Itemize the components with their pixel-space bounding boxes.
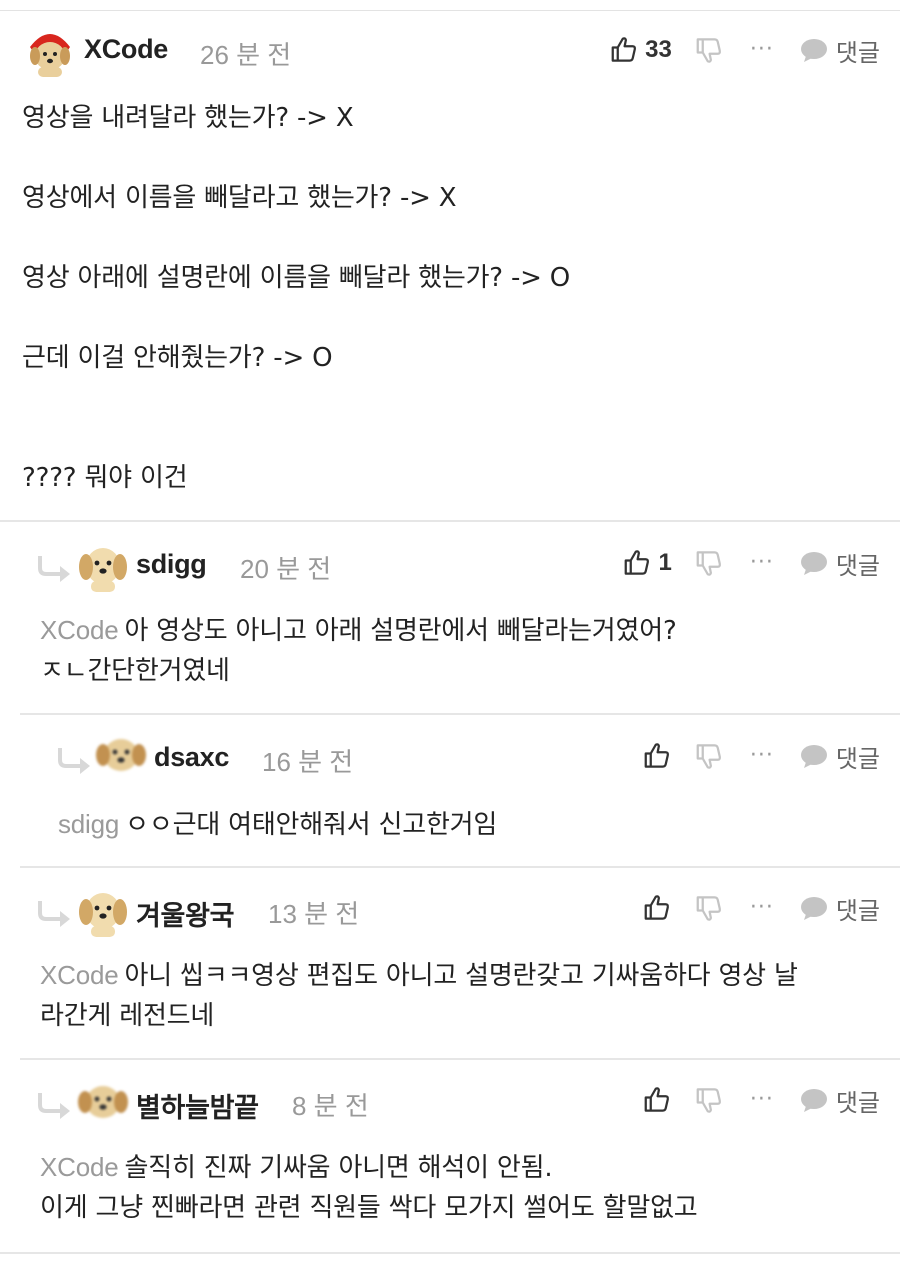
- comment-text: 영상을 내려달라 했는가? -> X 영상에서 이름을 빼달라고 했는가? ->…: [22, 98, 882, 498]
- timestamp: 8 분 전: [292, 1091, 369, 1121]
- speech-bubble-icon: [800, 1087, 828, 1113]
- like-button[interactable]: [642, 893, 672, 923]
- more-options-icon[interactable]: ···: [750, 897, 774, 919]
- more-options-icon[interactable]: ···: [750, 552, 774, 574]
- more-options-icon[interactable]: ···: [750, 745, 774, 767]
- speech-bubble-icon: [800, 743, 828, 769]
- speech-bubble-icon: [800, 37, 828, 63]
- reply-arrow-icon: [58, 744, 92, 774]
- dislike-button[interactable]: [694, 548, 724, 578]
- like-button[interactable]: 33: [609, 35, 672, 65]
- comment-item: XCode 26 분 전 33 ··· 댓글 영상을 내려달라 했는가? -> …: [0, 20, 900, 520]
- dislike-button[interactable]: [694, 35, 724, 65]
- reply-button[interactable]: 댓글: [800, 739, 880, 774]
- like-button[interactable]: [642, 741, 672, 771]
- comment-text: XCode 아니 씹ㅋㅋ영상 편집도 아니고 설명란갖고 기싸움하다 영상 날 라…: [40, 955, 890, 1036]
- reply-label: 댓글: [835, 551, 880, 580]
- comment-body: 아니 씹ㅋㅋ영상 편집도 아니고 설명란갖고 기싸움하다 영상 날 라간게 레전…: [40, 961, 798, 1031]
- comment-actions: ··· 댓글: [642, 1080, 880, 1120]
- reply-label: 댓글: [835, 38, 880, 67]
- comment-divider: [20, 1058, 900, 1060]
- reply-button[interactable]: 댓글: [800, 891, 880, 926]
- nickname[interactable]: 별하늘밤끝: [136, 1086, 259, 1125]
- comment-body: 아 영상도 아니고 아래 설명란에서 빼달라는거였어? ㅈㄴ간단한거였네: [40, 616, 677, 686]
- like-count: 33: [645, 36, 672, 63]
- comment-header: 별하늘밤끝 8 분 전 ··· 댓글: [20, 1069, 900, 1130]
- avatar[interactable]: [22, 23, 78, 79]
- comment-divider: [20, 713, 900, 715]
- nickname[interactable]: XCode: [84, 34, 168, 65]
- timestamp: 16 분 전: [262, 747, 354, 777]
- nickname[interactable]: sdigg: [136, 549, 207, 580]
- nickname[interactable]: dsaxc: [154, 742, 229, 773]
- avatar[interactable]: [75, 882, 131, 938]
- avatar[interactable]: [93, 727, 149, 783]
- reply-label: 댓글: [835, 896, 880, 925]
- comment-actions: ··· 댓글: [642, 888, 880, 928]
- comment-header: sdigg 20 분 전 1 ··· 댓글: [20, 532, 900, 593]
- more-options-icon[interactable]: ···: [750, 1089, 774, 1111]
- comment-text: XCode 아 영상도 아니고 아래 설명란에서 빼달라는거였어? ㅈㄴ간단한거였…: [40, 610, 880, 691]
- timestamp: 20 분 전: [240, 554, 332, 584]
- reply-arrow-icon: [38, 552, 72, 582]
- comment-text: XCode 솔직히 진짜 기싸움 아니면 해석이 안됨. 이게 그냥 찐빠라면 관…: [40, 1147, 890, 1228]
- like-button[interactable]: 1: [622, 548, 672, 578]
- comment-header: 겨울왕국 13 분 전 ··· 댓글: [20, 877, 900, 938]
- thumbs-up-icon: [642, 1085, 672, 1115]
- mention-tag[interactable]: XCode: [40, 615, 119, 645]
- dislike-button[interactable]: [694, 1085, 724, 1115]
- timestamp: 26 분 전: [200, 40, 292, 70]
- reply-item: 겨울왕국 13 분 전 ··· 댓글 XCode 아니 씹ㅋㅋ영상 편집도 아니고…: [20, 875, 900, 1058]
- thumbs-down-icon: [694, 35, 724, 65]
- reply-arrow-icon: [38, 897, 72, 927]
- thumbs-down-icon: [694, 893, 724, 923]
- reply-item: 별하늘밤끝 8 분 전 ··· 댓글 XCode 솔직히 진짜 기싸움 아니면 해…: [20, 1067, 900, 1252]
- mention-tag[interactable]: sdigg: [58, 809, 119, 839]
- reply-button[interactable]: 댓글: [800, 1083, 880, 1118]
- reply-arrow-icon: [38, 1089, 72, 1119]
- comment-body: 영상을 내려달라 했는가? -> X 영상에서 이름을 빼달라고 했는가? ->…: [22, 103, 571, 493]
- comment-actions: 33 ··· 댓글: [609, 30, 880, 70]
- avatar[interactable]: [75, 1074, 131, 1130]
- comment-divider: [0, 520, 900, 522]
- comment-divider: [20, 866, 900, 868]
- reply-item: sdigg 20 분 전 1 ··· 댓글 XCode 아 영상도 아니고 아래 …: [20, 530, 900, 713]
- comment-divider: [0, 1252, 900, 1254]
- thumbs-up-icon: [622, 548, 652, 578]
- reply-label: 댓글: [835, 744, 880, 773]
- avatar[interactable]: [75, 537, 131, 593]
- comment-header: dsaxc 16 분 전 ··· 댓글: [40, 724, 900, 784]
- dislike-button[interactable]: [694, 893, 724, 923]
- thumbs-down-icon: [694, 548, 724, 578]
- nickname[interactable]: 겨울왕국: [136, 894, 234, 933]
- thumbs-down-icon: [694, 741, 724, 771]
- reply-label: 댓글: [835, 1088, 880, 1117]
- thumbs-up-icon: [642, 893, 672, 923]
- dislike-button[interactable]: [694, 741, 724, 771]
- comment-actions: 1 ··· 댓글: [622, 543, 880, 583]
- thumbs-up-icon: [609, 35, 639, 65]
- speech-bubble-icon: [800, 550, 828, 576]
- mention-tag[interactable]: XCode: [40, 960, 119, 990]
- reply-item: dsaxc 16 분 전 ··· 댓글 sdigg ㅇㅇ근대 여태안해줘서 신고한…: [40, 722, 900, 866]
- more-options-icon[interactable]: ···: [750, 39, 774, 61]
- comment-header: XCode 26 분 전 33 ··· 댓글: [0, 20, 900, 80]
- like-button[interactable]: [642, 1085, 672, 1115]
- comment-body: 솔직히 진짜 기싸움 아니면 해석이 안됨. 이게 그냥 찐빠라면 관련 직원들…: [40, 1153, 698, 1223]
- thumbs-up-icon: [642, 741, 672, 771]
- reply-button[interactable]: 댓글: [800, 33, 880, 68]
- timestamp: 13 분 전: [268, 899, 360, 929]
- thumbs-down-icon: [694, 1085, 724, 1115]
- comment-actions: ··· 댓글: [642, 736, 880, 776]
- like-count: 1: [658, 549, 672, 576]
- top-divider: [0, 10, 900, 11]
- speech-bubble-icon: [800, 895, 828, 921]
- comment-text: sdigg ㅇㅇ근대 여태안해줘서 신고한거임: [58, 804, 878, 845]
- comment-body: ㅇㅇ근대 여태안해줘서 신고한거임: [125, 810, 498, 840]
- mention-tag[interactable]: XCode: [40, 1152, 119, 1182]
- reply-button[interactable]: 댓글: [800, 546, 880, 581]
